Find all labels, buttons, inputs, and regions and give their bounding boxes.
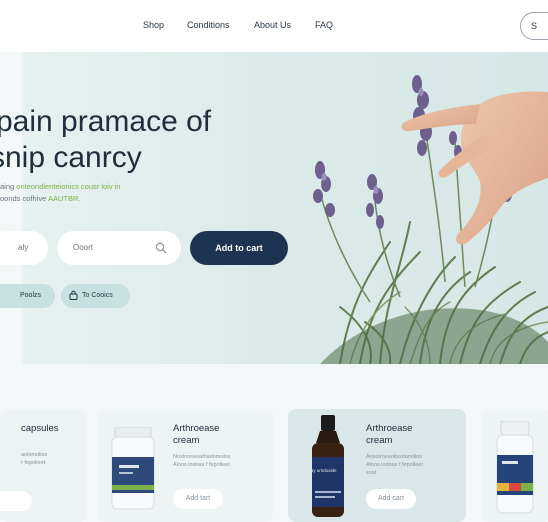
hero-headline-line2: snip canrcy <box>0 141 142 174</box>
search-input[interactable]: Ooort <box>57 231 181 265</box>
product-desc-line2: Aloos lodoas f fepolleet <box>366 462 423 468</box>
sign-in-button[interactable]: S <box>520 12 548 40</box>
chip-label: To Cooics <box>82 292 113 299</box>
hero-headline-line1: pain pramace of <box>0 105 212 138</box>
nav-item-conditions[interactable]: Conditions <box>187 20 230 30</box>
product-add-button[interactable] <box>0 491 32 511</box>
hero-fade <box>0 52 30 364</box>
product-desc-line1: Nostnoceoalhadomolos <box>173 454 231 460</box>
product-title-line1: Arthroease <box>366 423 413 434</box>
hero-headline: pain pramace of snip canrcy <box>0 104 215 176</box>
product-add-button[interactable]: Add tart <box>173 489 223 509</box>
chip-products[interactable]: Poolzs <box>0 284 55 308</box>
product-desc-line2: Aloos lodoas f fepolleet <box>173 462 230 468</box>
product-add-button[interactable]: Add cart <box>366 489 416 509</box>
product-title-line2: cream <box>366 435 393 446</box>
search-placeholder: Ooort <box>73 243 94 252</box>
main-nav: Shop Conditions About Us FAQ <box>0 20 548 34</box>
search-icon <box>155 242 167 254</box>
product-card[interactable]: Arthroease cream Nostnoceoalhadomolos Al… <box>97 409 273 522</box>
nav-item-shop[interactable]: Shop <box>143 20 164 30</box>
bottle-label: Ny urndoxide <box>310 468 337 473</box>
product-card[interactable]: Ny urndoxide Arthroease cream Aosoirneao… <box>288 409 466 522</box>
product-desc-line3: sool <box>366 470 377 476</box>
nav-item-faq[interactable]: FAQ <box>315 20 333 30</box>
product-jar-image <box>111 427 155 510</box>
product-card[interactable] <box>481 409 548 522</box>
add-to-cart-button[interactable]: Add to cart <box>190 231 288 265</box>
product-desc-line2: r fepolleet <box>21 460 46 466</box>
product-desc-line1: Aosoirneaollssdamilios <box>366 454 422 460</box>
hero-subtext: aing onteondlenteionics cousr loiv in oo… <box>0 181 121 205</box>
hero-subtext-highlight: onteondlenteionics cousr loiv in <box>16 182 121 191</box>
product-title-line2: cream <box>173 435 200 446</box>
chip-to-cooics[interactable]: To Cooics <box>61 284 130 308</box>
product-card[interactable]: capsules aolemolios r fepolleet <box>0 409 87 522</box>
product-title: capsules <box>21 423 59 434</box>
product-supplement-image <box>496 421 534 514</box>
top-bar: Shop Conditions About Us FAQ S <box>0 0 548 52</box>
hero-subtext-b: oonds cofhive <box>0 194 47 203</box>
product-title-line1: Arthroease <box>173 423 220 434</box>
daily-selector[interactable]: aly <box>0 231 48 265</box>
lock-icon <box>69 290 78 301</box>
product-desc-line1: aolemolios <box>21 452 48 458</box>
hero-subtext-highlight-2: AAUTBR. <box>47 194 81 203</box>
lavender-hand-image <box>313 75 548 364</box>
nav-item-about-us[interactable]: About Us <box>254 20 291 30</box>
hero-subtext-a: aing <box>0 182 15 191</box>
